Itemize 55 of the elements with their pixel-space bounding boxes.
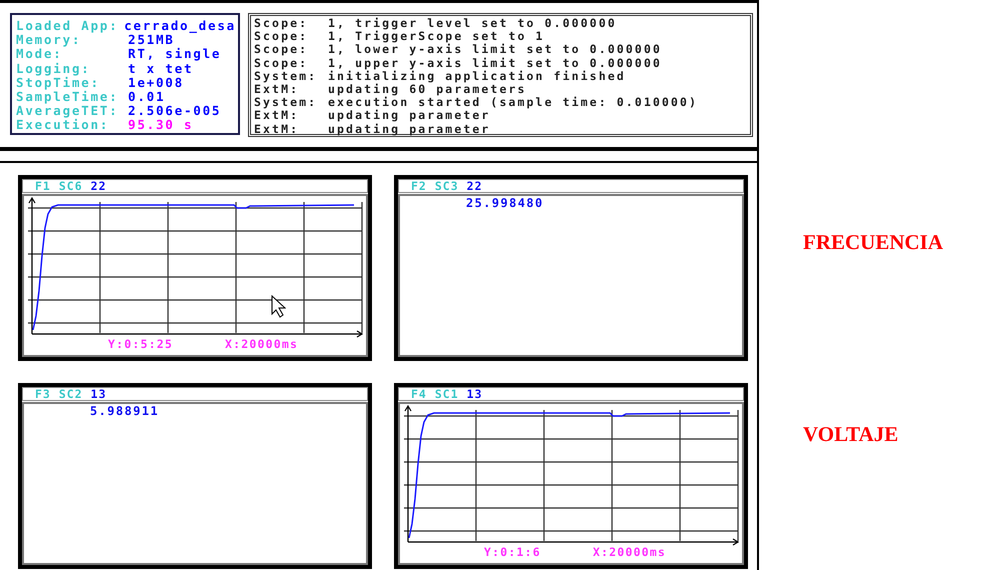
info-value: 95.30 s (128, 118, 194, 133)
log-source: System: (254, 70, 318, 84)
info-label: Mode: (16, 47, 63, 62)
log-message: 1, upper y-axis limit set to 0.000000 (328, 56, 662, 70)
scope-label: SC2 (58, 388, 83, 400)
scope-label: SC1 (434, 388, 459, 400)
log-message: initializing application finished (328, 70, 626, 84)
figure-label: F4 (411, 388, 427, 400)
info-value: 251MB (128, 33, 175, 48)
figure-label: F3 (35, 388, 51, 400)
info-label: AverageTET: (16, 104, 120, 118)
y-scale-readout: Y:0:5:25 (108, 338, 173, 350)
info-value: 0.01 (128, 90, 166, 104)
log-message: updating parameter (328, 109, 490, 123)
figure-label: F1 (35, 180, 51, 192)
log-source: ExtM: (254, 122, 300, 136)
info-label: Execution: (16, 118, 110, 133)
info-value: cerrado_desa (124, 19, 236, 34)
signal-number: 22 (90, 180, 106, 192)
mouse-cursor-icon (271, 295, 286, 318)
log-message: 1, lower y-axis limit set to 0.000000 (328, 43, 662, 57)
info-value: RT, single (128, 47, 222, 62)
numeric-value: 5.988911 (90, 404, 159, 418)
scope-label: SC6 (58, 180, 83, 192)
log-source: Scope: (254, 17, 310, 30)
log-source: ExtM: (254, 83, 300, 96)
log-message: execution started (sample time: 0.010000) (328, 96, 698, 110)
signal-caption: FRECUENCIA (803, 230, 944, 254)
log-source: ExtM: (254, 109, 300, 123)
x-scale-readout: X:20000ms (592, 546, 666, 558)
log-message: updating 60 parameters (328, 83, 527, 96)
log-message: 1, TriggerScope set to 1 (328, 30, 545, 44)
log-message: updating parameter (328, 122, 490, 136)
info-value: 1e+008 (128, 76, 184, 90)
info-label: StopTime: (16, 76, 100, 90)
info-label: Loaded App: (16, 19, 120, 34)
log-source: System: (254, 96, 318, 110)
info-value: t x tet (128, 62, 194, 76)
x-scale-readout: X:20000ms (225, 338, 298, 350)
info-label: SampleTime: (16, 90, 120, 104)
signal-number: 13 (90, 388, 106, 400)
info-label: Logging: (16, 62, 91, 76)
log-source: Scope: (254, 43, 310, 57)
info-value: 2.506e-005 (128, 104, 222, 118)
signal-number: 13 (466, 388, 482, 400)
signal-number: 22 (466, 180, 482, 192)
log-message: 1, trigger level set to 0.000000 (328, 17, 617, 30)
log-source: Scope: (254, 30, 310, 44)
signal-caption: VOLTAJE (803, 422, 898, 446)
info-label: Memory: (16, 33, 82, 48)
figure-label: F2 (411, 180, 427, 192)
numeric-value: 25.998480 (466, 196, 544, 210)
y-scale-readout: Y:0:1:6 (484, 546, 541, 558)
scope-label: SC3 (434, 180, 459, 192)
log-source: Scope: (254, 56, 310, 70)
